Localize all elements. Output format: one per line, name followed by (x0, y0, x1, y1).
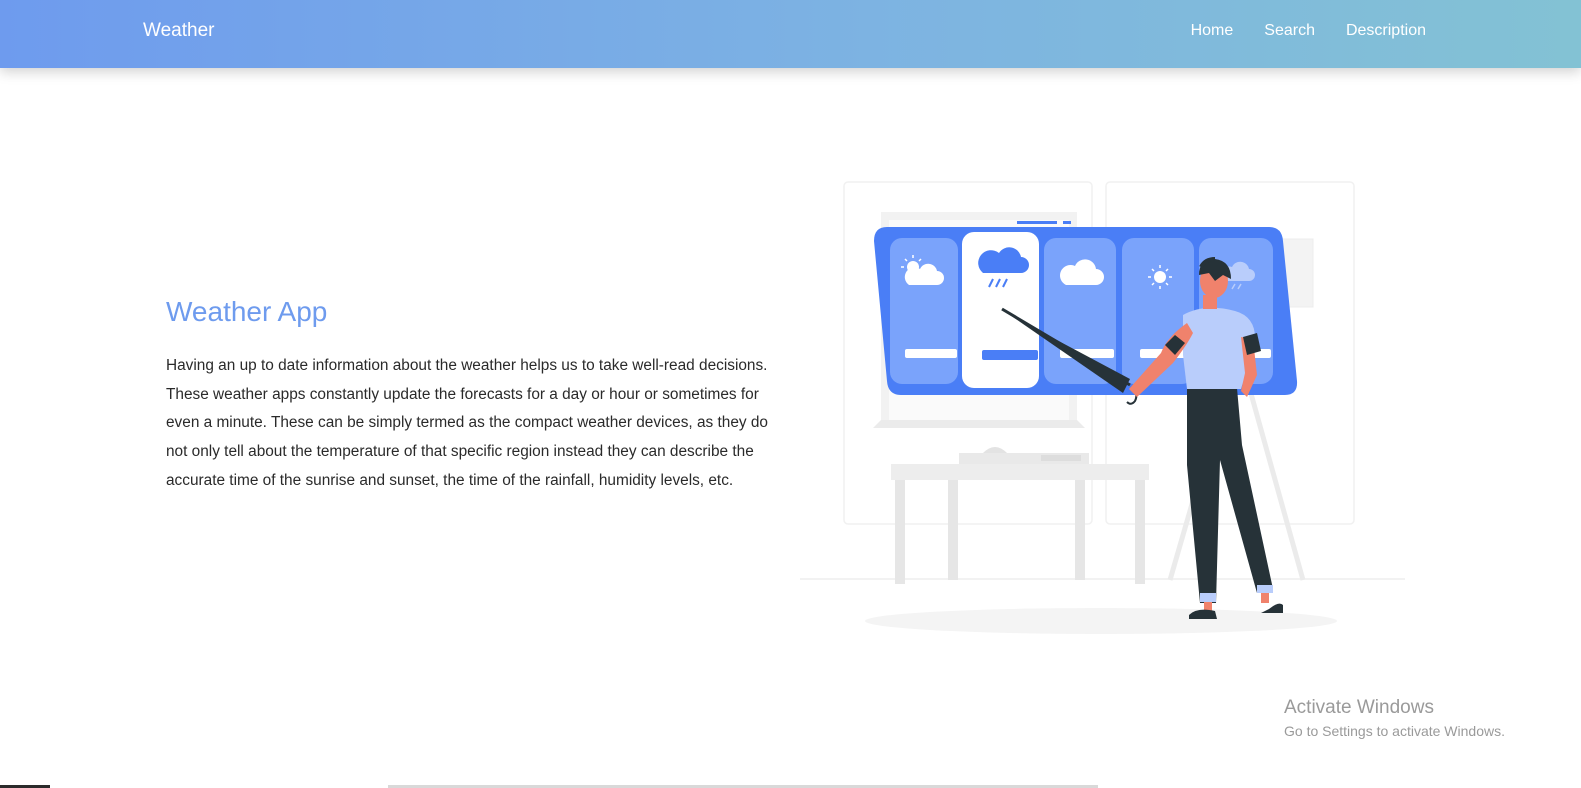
weather-illustration (800, 181, 1405, 634)
nav-description-link[interactable]: Description (1346, 22, 1426, 40)
navbar: Weather Home Search Description (0, 0, 1581, 68)
nav-search-link[interactable]: Search (1264, 22, 1315, 40)
nav-home-link[interactable]: Home (1191, 22, 1234, 40)
brand-link[interactable]: Weather (143, 20, 214, 42)
hero-description: Having an up to date information about t… (166, 357, 768, 489)
windows-activation-watermark: Activate Windows Go to Settings to activ… (1284, 697, 1505, 739)
watermark-title: Activate Windows (1284, 697, 1434, 718)
weather-card-1 (890, 238, 958, 384)
table-top (891, 464, 1149, 480)
hero-title: Weather App (166, 296, 328, 327)
nav-links: Home Search Description (1191, 22, 1426, 40)
watermark-subtitle: Go to Settings to activate Windows. (1284, 723, 1505, 739)
